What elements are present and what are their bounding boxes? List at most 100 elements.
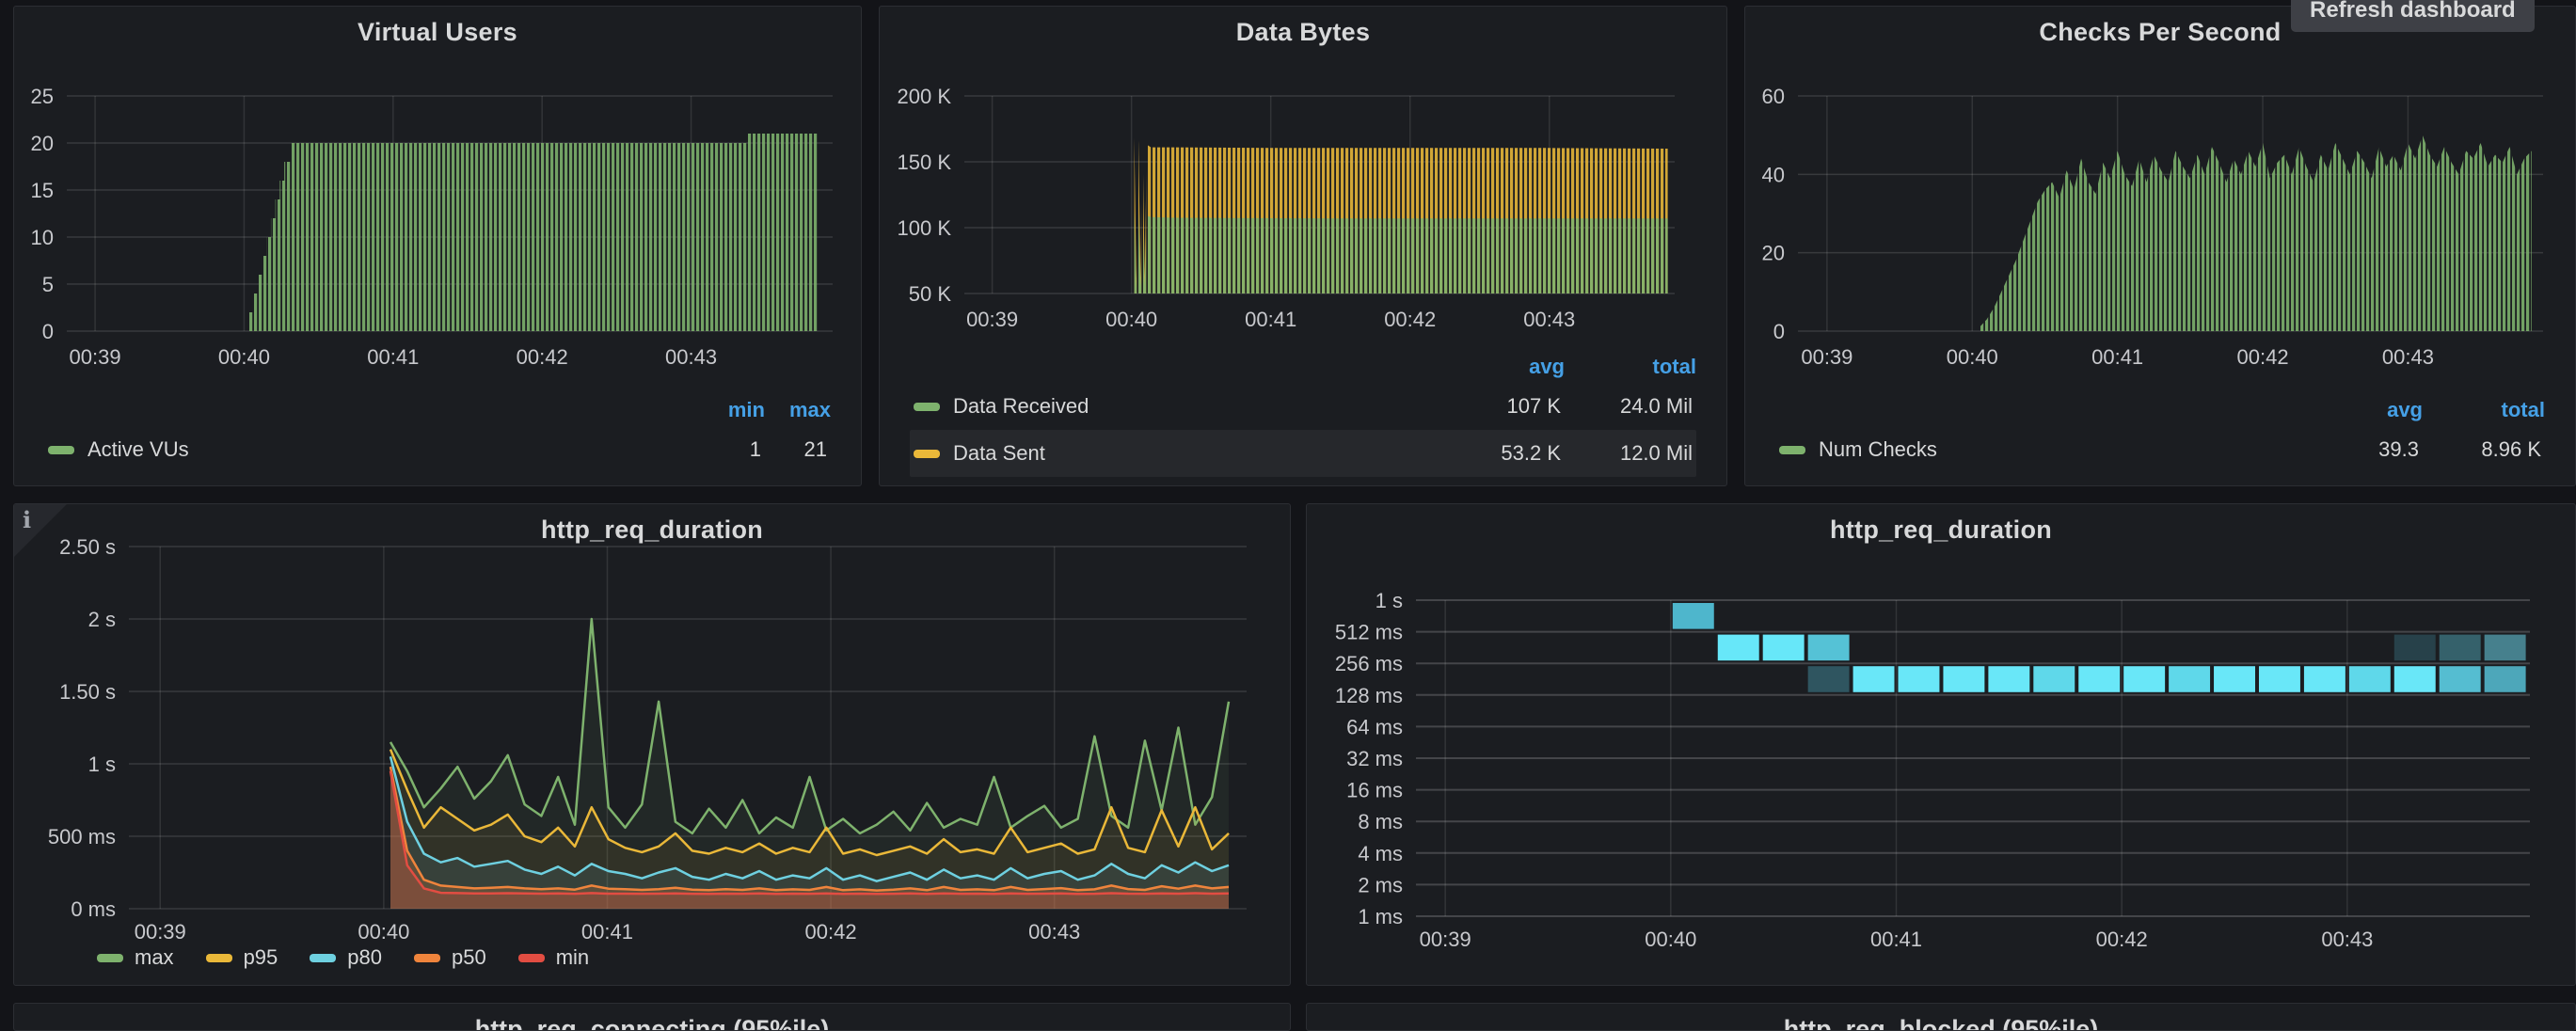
series-label-p80: p80 <box>347 945 382 970</box>
series-label-data-received[interactable]: Data Received <box>953 394 1448 419</box>
legend-sort-total[interactable]: total <box>2423 398 2545 422</box>
checks-legend: avg total Num Checks 39.3 8.96 K <box>1775 394 2545 473</box>
svg-text:00:39: 00:39 <box>70 345 121 369</box>
svg-text:1.50 s: 1.50 s <box>59 680 116 704</box>
legend-value-min: 1 <box>695 437 761 462</box>
series-label-min: min <box>556 945 589 970</box>
svg-text:512 ms: 512 ms <box>1335 621 1403 644</box>
legend-row-num-checks: Num Checks 39.3 8.96 K <box>1775 426 2545 473</box>
panel-virtual-users: Virtual Users 00:3900:4000:4100:4200:430… <box>13 6 862 486</box>
svg-text:00:40: 00:40 <box>1947 345 1998 369</box>
svg-text:0: 0 <box>42 320 54 343</box>
series-swatch-icon <box>914 403 940 411</box>
series-swatch-icon <box>914 450 940 458</box>
svg-text:00:39: 00:39 <box>966 308 1018 331</box>
svg-text:00:43: 00:43 <box>2382 345 2434 369</box>
svg-text:40: 40 <box>1762 163 1785 186</box>
svg-text:200 K: 200 K <box>898 85 952 108</box>
svg-text:00:43: 00:43 <box>2321 928 2373 951</box>
svg-text:00:43: 00:43 <box>665 345 717 369</box>
svg-text:2 ms: 2 ms <box>1358 873 1403 896</box>
legend-item-p50[interactable]: p50 <box>414 945 486 970</box>
grafana-dashboard: Refresh dashboard Virtual Users 00:3900:… <box>0 0 2576 1031</box>
legend-sort-max[interactable]: max <box>765 398 831 422</box>
series-swatch-icon <box>97 954 123 962</box>
svg-text:0: 0 <box>1773 320 1785 343</box>
svg-text:4 ms: 4 ms <box>1358 842 1403 865</box>
series-swatch-icon <box>310 954 336 962</box>
svg-text:2.50 s: 2.50 s <box>59 535 116 559</box>
svg-text:1 ms: 1 ms <box>1358 905 1403 928</box>
series-label-active-vus[interactable]: Active VUs <box>87 437 695 462</box>
svg-text:8 ms: 8 ms <box>1358 810 1403 833</box>
svg-text:16 ms: 16 ms <box>1346 779 1403 802</box>
svg-text:128 ms: 128 ms <box>1335 684 1403 707</box>
http-req-duration-chart[interactable]: 00:3900:4000:4100:4200:430 ms500 ms1 s1.… <box>14 504 1290 985</box>
refresh-dashboard-tooltip: Refresh dashboard <box>2291 0 2535 32</box>
svg-text:00:40: 00:40 <box>1645 928 1696 951</box>
svg-text:20: 20 <box>1762 242 1785 265</box>
panel-title-http-req-connecting[interactable]: http_req_connecting (95%ile) <box>14 1015 1290 1031</box>
duration-legend: max p95 p80 p50 min <box>97 945 589 970</box>
series-swatch-icon <box>48 446 74 454</box>
svg-text:00:43: 00:43 <box>1523 308 1575 331</box>
legend-item-p80[interactable]: p80 <box>310 945 382 970</box>
panel-http-req-duration-heatmap: http_req_duration 00:3900:4000:4100:4200… <box>1306 503 2576 986</box>
legend-row-data-received: Data Received 107 K 24.0 Mil <box>910 383 1696 430</box>
svg-text:150 K: 150 K <box>898 151 952 174</box>
legend-sort-min[interactable]: min <box>699 398 765 422</box>
svg-text:15: 15 <box>31 179 54 202</box>
svg-text:32 ms: 32 ms <box>1346 747 1403 770</box>
legend-sort-avg[interactable]: avg <box>1452 355 1565 379</box>
legend-item-max[interactable]: max <box>97 945 174 970</box>
legend-value-max: 21 <box>761 437 827 462</box>
series-label-data-sent[interactable]: Data Sent <box>953 441 1448 466</box>
svg-text:00:41: 00:41 <box>1245 308 1296 331</box>
legend-value-total: 12.0 Mil <box>1561 441 1693 466</box>
series-swatch-icon <box>206 954 232 962</box>
series-label-max: max <box>135 945 174 970</box>
svg-text:256 ms: 256 ms <box>1335 652 1403 675</box>
svg-text:00:41: 00:41 <box>367 345 419 369</box>
series-label-num-checks[interactable]: Num Checks <box>1819 437 2315 462</box>
series-swatch-icon <box>1779 446 1805 454</box>
panel-http-req-duration-lines: i http_req_duration 00:3900:4000:4100:42… <box>13 503 1291 986</box>
svg-text:00:40: 00:40 <box>218 345 270 369</box>
svg-text:00:42: 00:42 <box>2096 928 2148 951</box>
panel-title-http-req-blocked[interactable]: http_req_blocked (95%ile) <box>1307 1015 2575 1031</box>
svg-text:00:41: 00:41 <box>2091 345 2143 369</box>
svg-text:00:40: 00:40 <box>1105 308 1157 331</box>
svg-text:0 ms: 0 ms <box>71 897 116 921</box>
svg-text:100 K: 100 K <box>898 216 952 240</box>
svg-text:00:39: 00:39 <box>1801 345 1852 369</box>
legend-value-total: 8.96 K <box>2419 437 2541 462</box>
svg-text:50 K: 50 K <box>909 282 952 306</box>
svg-text:00:41: 00:41 <box>581 920 633 944</box>
svg-text:20: 20 <box>31 132 54 155</box>
svg-text:64 ms: 64 ms <box>1346 715 1403 738</box>
virtual-users-legend: min max Active VUs 1 21 <box>44 394 831 473</box>
svg-text:1 s: 1 s <box>88 753 116 776</box>
series-swatch-icon <box>518 954 545 962</box>
svg-text:00:43: 00:43 <box>1028 920 1080 944</box>
data-bytes-legend: avg total Data Received 107 K 24.0 Mil D… <box>910 351 1696 477</box>
legend-sort-avg[interactable]: avg <box>2319 398 2423 422</box>
svg-text:00:39: 00:39 <box>135 920 186 944</box>
http-req-duration-heatmap[interactable]: 00:3900:4000:4100:4200:431 s512 ms256 ms… <box>1307 504 2575 985</box>
panel-http-req-blocked: http_req_blocked (95%ile) <box>1306 1003 2576 1031</box>
svg-text:2 s: 2 s <box>88 608 116 631</box>
legend-value-total: 24.0 Mil <box>1561 394 1693 419</box>
series-label-p50: p50 <box>452 945 486 970</box>
legend-item-min[interactable]: min <box>518 945 589 970</box>
legend-sort-total[interactable]: total <box>1565 355 1696 379</box>
svg-text:1 s: 1 s <box>1375 589 1403 612</box>
legend-row-data-sent: Data Sent 53.2 K 12.0 Mil <box>910 430 1696 477</box>
svg-text:00:42: 00:42 <box>1384 308 1436 331</box>
svg-text:500 ms: 500 ms <box>48 825 116 849</box>
svg-text:00:39: 00:39 <box>1420 928 1471 951</box>
legend-row-active-vus: Active VUs 1 21 <box>44 426 831 473</box>
svg-text:00:42: 00:42 <box>2237 345 2289 369</box>
legend-value-avg: 53.2 K <box>1448 441 1561 466</box>
legend-item-p95[interactable]: p95 <box>206 945 278 970</box>
series-label-p95: p95 <box>244 945 278 970</box>
